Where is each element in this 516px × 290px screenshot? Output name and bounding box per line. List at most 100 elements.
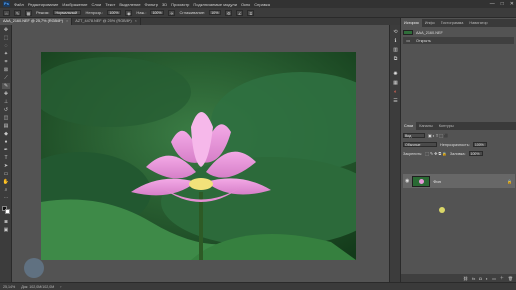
menu-help[interactable]: Справка [254,2,270,7]
histogram-icon[interactable]: ▥ [391,47,400,54]
marquee-icon[interactable]: ⬚ [2,35,10,41]
menu-edit[interactable]: Редактирование [28,2,58,7]
lock-options-icons[interactable]: ⬚ ✎ ✥ ⧉ 🔒 [425,151,447,156]
zoom-level[interactable]: 25,14% [3,285,15,289]
opacity-field[interactable]: 100% [107,10,122,15]
adjustments-icon[interactable]: ◐ [391,89,400,96]
smoothing-settings-icon[interactable]: ⚙ [225,9,233,16]
navigator-icon[interactable]: ⧉ [391,56,400,63]
layer-opacity-field[interactable]: 100% [472,142,487,147]
blend-mode-select[interactable]: Обычные [403,142,437,147]
mode-select[interactable]: Нормальный [53,10,82,15]
menu-type[interactable]: Текст [105,2,115,7]
maximize-icon[interactable]: □ [501,1,504,7]
visibility-eye-icon[interactable]: ◉ [405,178,409,184]
tab-document-1[interactable]: ААА_2160.NEF @ 25,7% (RGB/8*) × [0,18,73,25]
menu-view[interactable]: Просмотр [171,2,189,7]
lock-icon[interactable]: 🔒 [507,179,512,184]
pen-icon[interactable]: ✒ [2,147,10,153]
menu-window[interactable]: Окно [241,2,250,7]
mask-icon[interactable]: ◘ [479,276,481,281]
tab-histogram[interactable]: Гистограмма [438,19,467,27]
menu-plugins[interactable]: Подключаемые модули [193,2,237,7]
trash-icon[interactable]: 🗑 [508,276,513,281]
color-icon[interactable]: ✺ [391,71,400,78]
tab-paths[interactable]: Контуры [436,122,457,130]
quick-mask-icon[interactable]: ◙ [2,219,10,225]
new-layer-icon[interactable]: ＋ [500,275,504,281]
move-icon[interactable]: ✥ [2,27,10,33]
fx-icon[interactable]: fx [472,276,475,281]
dodge-icon[interactable]: ● [2,139,10,145]
smoothing-field[interactable]: 10% [209,10,222,15]
history-snapshot[interactable]: ААА_2160.NEF [403,29,514,36]
tab-close-icon[interactable]: × [66,19,68,23]
menu-image[interactable]: Изображение [62,2,87,7]
menu-select[interactable]: Выделение [119,2,140,7]
minimize-icon[interactable]: — [490,1,495,7]
menu-3d[interactable]: 3D [162,2,167,7]
blur-icon[interactable]: ◆ [2,131,10,137]
status-arrow-icon[interactable]: › [60,285,61,289]
layer-fill-field[interactable]: 100% [468,151,483,156]
flow-field[interactable]: 100% [150,10,165,15]
airbrush-icon[interactable]: ✈ [168,9,176,16]
tab-document-2[interactable]: AZT_4478.NEF @ 25% (RGB/8*) × [72,18,141,25]
opacity-label: Непрозр.: [85,10,104,15]
tab-label: ААА_2160.NEF @ 25,7% (RGB/8*) [3,19,63,23]
document-tabs: ААА_2160.NEF @ 25,7% (RGB/8*) × AZT_4478.… [0,18,400,25]
menu-filter[interactable]: Фильтр [145,2,158,7]
window-controls: — □ ✕ [490,1,514,7]
frame-icon[interactable]: ⊠ [2,67,10,73]
type-icon[interactable]: T [2,155,10,161]
eyedropper-icon[interactable]: ⟋ [2,75,10,81]
angle-icon[interactable]: ∠ [236,9,244,16]
healing-icon[interactable]: ✚ [2,91,10,97]
layer-filter-select[interactable]: Вид [403,133,425,138]
tab-history[interactable]: История [401,19,422,27]
pressure-opacity-icon[interactable]: ◉ [125,9,133,16]
brush-icon[interactable]: ✎ [2,83,10,89]
zoom-icon[interactable]: ⌕ [2,187,10,193]
magic-wand-icon[interactable]: ✦ [2,51,10,57]
tab-close-icon[interactable]: × [135,19,137,23]
lasso-icon[interactable]: ◌ [2,43,10,49]
tab-info[interactable]: Инфо [422,19,438,27]
properties-icon[interactable]: ☰ [391,98,400,105]
background-color-swatch[interactable] [5,209,10,214]
gradient-icon[interactable]: ▤ [2,123,10,129]
photoshop-logo-icon[interactable]: Ps [3,1,10,7]
layer-row[interactable]: ◉ Фон 🔒 [403,174,515,188]
document-canvas[interactable] [41,52,356,260]
right-panels: История Инфо Гистограмма Навигатор ААА_2… [400,18,516,282]
shape-icon[interactable]: ▭ [2,171,10,177]
menu-layers[interactable]: Слои [92,2,102,7]
path-select-icon[interactable]: ➤ [2,163,10,169]
group-icon[interactable]: ▭ [492,276,496,281]
menu-file[interactable]: Файл [14,2,24,7]
adjustment-layer-icon[interactable]: ◐ [486,276,488,281]
history-icon[interactable]: ⟲ [391,29,400,36]
hand-icon[interactable]: ✋ [2,179,10,185]
swatches-icon[interactable]: ▦ [391,80,400,87]
close-icon[interactable]: ✕ [510,1,514,7]
info-icon[interactable]: ℹ [391,38,400,45]
history-step[interactable]: ▭ Открыть [403,37,514,44]
filter-icons[interactable]: ▣ ◐ T ⬚ ⬛ [428,133,449,138]
link-icon[interactable]: ⛓ [463,276,468,281]
crop-icon[interactable]: ⌗ [2,59,10,65]
more-icon[interactable]: ⋯ [2,195,10,201]
history-brush-icon[interactable]: ↺ [2,107,10,113]
layer-name: Фон [433,178,441,184]
tab-layers[interactable]: Слои [401,122,417,130]
brush-preset-icon[interactable]: ✎ [14,9,21,16]
brush-settings-icon[interactable]: ▦ [25,9,32,16]
tab-navigator[interactable]: Навигатор [466,19,490,27]
stamp-icon[interactable]: ⊥ [2,99,10,105]
screen-mode-icon[interactable]: ▣ [2,227,10,233]
home-icon[interactable]: ⌂ [3,9,10,16]
tab-channels[interactable]: Каналы [416,122,435,130]
smoothing-label: Сглаживание: [179,10,206,15]
eraser-icon[interactable]: ◫ [2,115,10,121]
symmetry-icon[interactable]: ⧖ [247,9,255,16]
